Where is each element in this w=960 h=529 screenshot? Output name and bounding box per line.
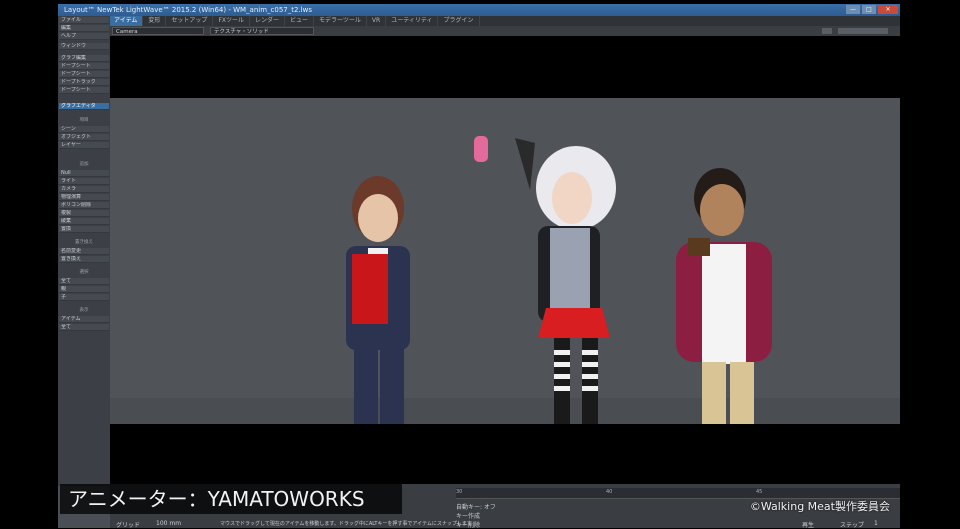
sidebar-destroy[interactable]: 破棄 [59, 218, 109, 225]
sidebar-layer[interactable]: レイヤー [59, 142, 109, 149]
scene-render [110, 98, 900, 428]
sidebar-select-parent[interactable]: 親 [59, 286, 109, 293]
sidebar-help[interactable]: ヘルプ [59, 33, 109, 40]
sidebar-dopesheet-3[interactable]: ドープシート [59, 87, 109, 94]
left-toolbar: ファイル 編集 ヘルプ ウィンドウ グラフ編集 ドープシート ドープシート ドー… [58, 16, 110, 486]
timeline-tick-30: 30 [456, 489, 463, 495]
window-title: Layout™ NewTek LightWave™ 2015.2 (Win64)… [64, 6, 312, 14]
animator-credit-caption: アニメーター：YAMATOWORKS [60, 484, 402, 514]
character-left [346, 176, 410, 428]
sidebar-object[interactable]: オブジェクト [59, 134, 109, 141]
title-bar: Layout™ NewTek LightWave™ 2015.2 (Win64)… [58, 4, 900, 16]
sidebar-physics[interactable]: 物理演算 [59, 194, 109, 201]
create-key-button[interactable]: キー作成 [456, 511, 480, 520]
tab-utilities[interactable]: ユーティリティ [386, 16, 439, 26]
sidebar-header-items: 項目 [79, 118, 89, 123]
character-right [676, 168, 772, 426]
tab-render[interactable]: レンダー [250, 16, 286, 26]
step-value[interactable]: 1 [874, 520, 878, 527]
scene-illustration [110, 136, 900, 428]
sidebar-light[interactable]: ライト [59, 178, 109, 185]
sidebar-header-replace: 置き換え [75, 240, 93, 245]
tab-view[interactable]: ビュー [285, 16, 315, 26]
tab-items[interactable]: アイテム [109, 16, 144, 26]
character-middle [474, 136, 616, 426]
grid-value[interactable]: 100 mm [156, 520, 181, 527]
timeline-tick-45: 45 [756, 489, 763, 495]
viewport-tool-icon[interactable] [822, 28, 832, 34]
sidebar-dopesheet-1[interactable]: ドープシート [59, 63, 109, 70]
minimize-button[interactable]: — [846, 5, 860, 14]
sidebar-edit[interactable]: 編集 [59, 25, 109, 32]
sidebar-display-all[interactable]: 全て [59, 324, 109, 331]
sidebar-header-select: 選択 [79, 270, 89, 275]
tab-modify[interactable]: 変形 [143, 16, 167, 26]
sidebar-window[interactable]: ウィンドウ [59, 43, 109, 50]
camera-select[interactable]: Camera [112, 27, 204, 35]
tab-plugins[interactable]: プラグイン [438, 16, 480, 26]
sidebar-duplicate[interactable]: 複製 [59, 210, 109, 217]
phone [474, 136, 488, 162]
tab-modeler-tools[interactable]: モデラーツール [314, 16, 367, 26]
copyright-notice: ©Walking Meat製作委員会 [749, 500, 890, 513]
sidebar-dopetrack[interactable]: ドープトラック [59, 79, 109, 86]
sidebar-replace-2[interactable]: 置き換え [59, 256, 109, 263]
sidebar-rename[interactable]: 名前変更 [59, 248, 109, 255]
sidebar-scene[interactable]: シーン [59, 126, 109, 133]
window-controls: — □ ✕ [846, 5, 898, 14]
status-message: マウスでドラッグして現在のアイテムを移動します。ドラッグ中にALTキーを押す事で… [220, 521, 472, 527]
sidebar-select-all[interactable]: 全て [59, 278, 109, 285]
sidebar-replace[interactable]: 置換 [59, 226, 109, 233]
sidebar-header-add: 追加 [79, 162, 89, 167]
sidebar-camera[interactable]: カメラ [59, 186, 109, 193]
tab-fx-tools[interactable]: FXツール [213, 16, 250, 26]
chocolate [688, 238, 710, 256]
tab-setup[interactable]: セットアップ [166, 16, 214, 26]
close-button[interactable]: ✕ [878, 5, 898, 14]
main-menu-tabs: ファイル アイテム 変形 セットアップ FXツール レンダー ビュー モデラーツ… [58, 16, 900, 26]
timeline-tick-40: 40 [606, 489, 613, 495]
maximize-button[interactable]: □ [862, 5, 876, 14]
tab-vr[interactable]: VR [367, 16, 387, 26]
sidebar-graph-editor[interactable]: グラフエディタ [59, 103, 109, 110]
sidebar-null[interactable]: Null [59, 170, 109, 177]
sidebar-file[interactable]: ファイル [59, 17, 109, 24]
auto-key-select[interactable]: 自動キー: オフ [456, 502, 496, 511]
3d-viewport[interactable] [110, 36, 900, 484]
sidebar-select-child[interactable]: 子 [59, 294, 109, 301]
sidebar-dopesheet-2[interactable]: ドープシート [59, 71, 109, 78]
sidebar-polygon-delete[interactable]: ポリゴン削除 [59, 202, 109, 209]
floor [110, 398, 900, 424]
app-window: Layout™ NewTek LightWave™ 2015.2 (Win64)… [58, 4, 900, 529]
sidebar-graph-edit[interactable]: グラフ編集 [59, 55, 109, 62]
shading-select[interactable]: テクスチャ・ソリッド [210, 27, 314, 35]
viewport-nav-icons[interactable] [838, 28, 888, 34]
sidebar-header-display: 表示 [79, 308, 89, 313]
viewport-toolbar: Camera テクスチャ・ソリッド [110, 26, 900, 36]
sidebar-display-item[interactable]: アイテム [59, 316, 109, 323]
